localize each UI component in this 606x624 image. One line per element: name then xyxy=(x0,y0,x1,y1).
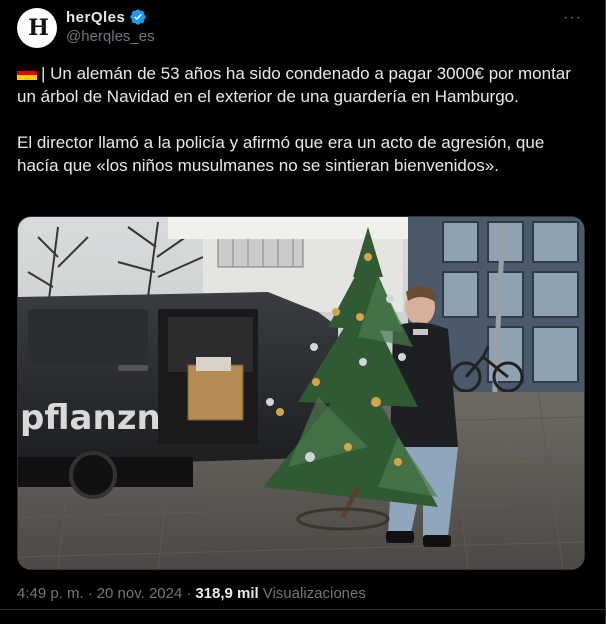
author-display-name[interactable]: herQles xyxy=(66,9,125,26)
author-handle[interactable]: @herqles_es xyxy=(66,28,155,45)
tweet-time[interactable]: 4:49 p. m. xyxy=(17,585,84,602)
germany-flag-icon xyxy=(17,66,37,80)
divider xyxy=(0,609,605,610)
meta-separator: · xyxy=(186,585,192,602)
tweet-text: | Un alemán de 53 años ha sido condenado… xyxy=(17,62,587,177)
tweet-paragraph-1: | Un alemán de 53 años ha sido condenado… xyxy=(17,64,571,106)
more-options-button[interactable]: ··· xyxy=(563,10,582,26)
meta-separator: · xyxy=(87,585,93,602)
tweet-paragraph: | Un alemán de 53 años ha sido condenado… xyxy=(17,62,587,108)
tweet-card[interactable]: H herQles @herqles_es ··· | Un alemán de… xyxy=(0,0,606,624)
tweet-paragraph-2: El director llamó a la policía y afirmó … xyxy=(17,133,545,175)
verified-badge-icon xyxy=(130,9,147,25)
avatar[interactable]: H xyxy=(17,8,57,48)
photo-illustration: pflanzn xyxy=(18,217,584,569)
views-label: Visualizaciones xyxy=(262,585,366,602)
avatar-logo: H xyxy=(28,15,49,41)
tweet-date[interactable]: 20 nov. 2024 xyxy=(97,585,183,602)
views-count: 318,9 mil xyxy=(195,585,259,602)
tweet-photo[interactable]: pflanzn xyxy=(17,216,585,570)
author-name-row[interactable]: herQles xyxy=(66,8,147,26)
tweet-meta: 4:49 p. m. · 20 nov. 2024 · 318,9 mil Vi… xyxy=(17,585,366,602)
van-lettering: pflanzn xyxy=(20,398,161,438)
